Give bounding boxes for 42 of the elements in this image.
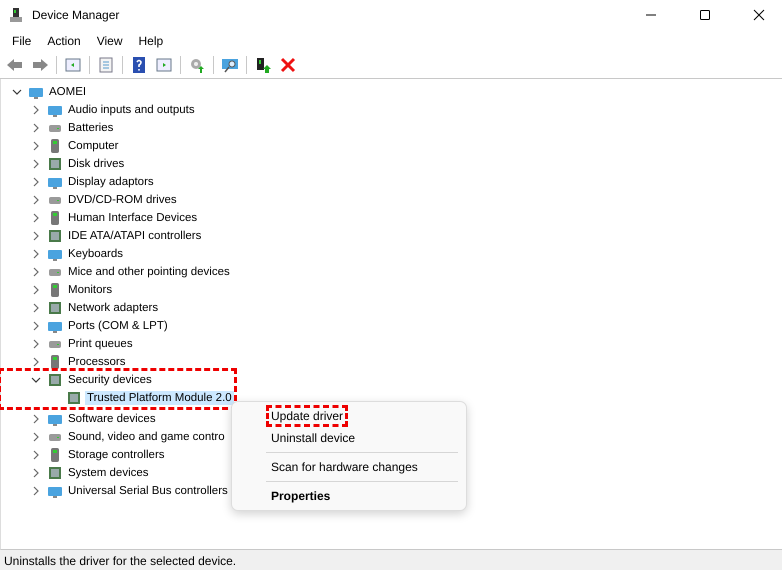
tree-item[interactable]: Sound, video and game contro <box>66 430 227 444</box>
menu-option[interactable]: Scan for hardware changes <box>269 459 420 475</box>
maximize-icon <box>699 9 711 21</box>
close-icon <box>753 9 765 21</box>
menu-option[interactable]: Uninstall device <box>269 430 358 446</box>
tree-item[interactable]: Trusted Platform Module 2.0 <box>85 391 234 405</box>
tree-item[interactable]: Human Interface Devices <box>66 211 200 225</box>
tree-item[interactable]: System devices <box>66 466 151 480</box>
menu-item[interactable]: File <box>4 32 40 50</box>
menu-item[interactable]: Action <box>39 32 89 50</box>
menu-option[interactable]: Update driver <box>269 408 346 424</box>
tree-item[interactable]: Network adapters <box>66 301 160 315</box>
tree-item[interactable]: Software devices <box>66 412 158 426</box>
tree-item[interactable]: Print queues <box>66 337 135 351</box>
tree-item[interactable]: IDE ATA/ATAPI controllers <box>66 229 204 243</box>
window-title: Device Manager <box>32 8 120 22</box>
tree-item[interactable]: Processors <box>66 355 128 369</box>
tree-item[interactable]: AOMEI <box>47 85 88 99</box>
tree-item[interactable]: Ports (COM & LPT) <box>66 319 170 333</box>
device-icon <box>47 156 63 172</box>
tree-item[interactable]: Mice and other pointing devices <box>66 265 232 279</box>
device-icon <box>47 465 63 481</box>
tree-item[interactable]: Batteries <box>66 121 116 135</box>
status-text: Uninstalls the driver for the selected device. <box>0 550 782 570</box>
tree-item[interactable]: Audio inputs and outputs <box>66 103 197 117</box>
device-icon <box>47 372 63 388</box>
tree-item[interactable]: DVD/CD-ROM drives <box>66 193 179 207</box>
tree-item[interactable]: Storage controllers <box>66 448 167 462</box>
tree-item[interactable]: Monitors <box>66 283 114 297</box>
tree-item[interactable]: Computer <box>66 139 120 153</box>
tree-item[interactable]: Security devices <box>66 373 154 387</box>
tree-item[interactable]: Disk drives <box>66 157 126 171</box>
tree-item[interactable]: Keyboards <box>66 247 125 261</box>
menu-item[interactable]: Help <box>130 32 172 50</box>
menu-option[interactable]: Properties <box>269 488 332 504</box>
app-icon <box>8 7 24 23</box>
tree-item[interactable]: Universal Serial Bus controllers <box>66 484 230 498</box>
menu-item[interactable]: View <box>88 32 130 50</box>
tree-item[interactable]: Display adaptors <box>66 175 156 189</box>
device-icon <box>66 390 82 406</box>
device-icon <box>47 228 63 244</box>
device-icon <box>47 300 63 316</box>
